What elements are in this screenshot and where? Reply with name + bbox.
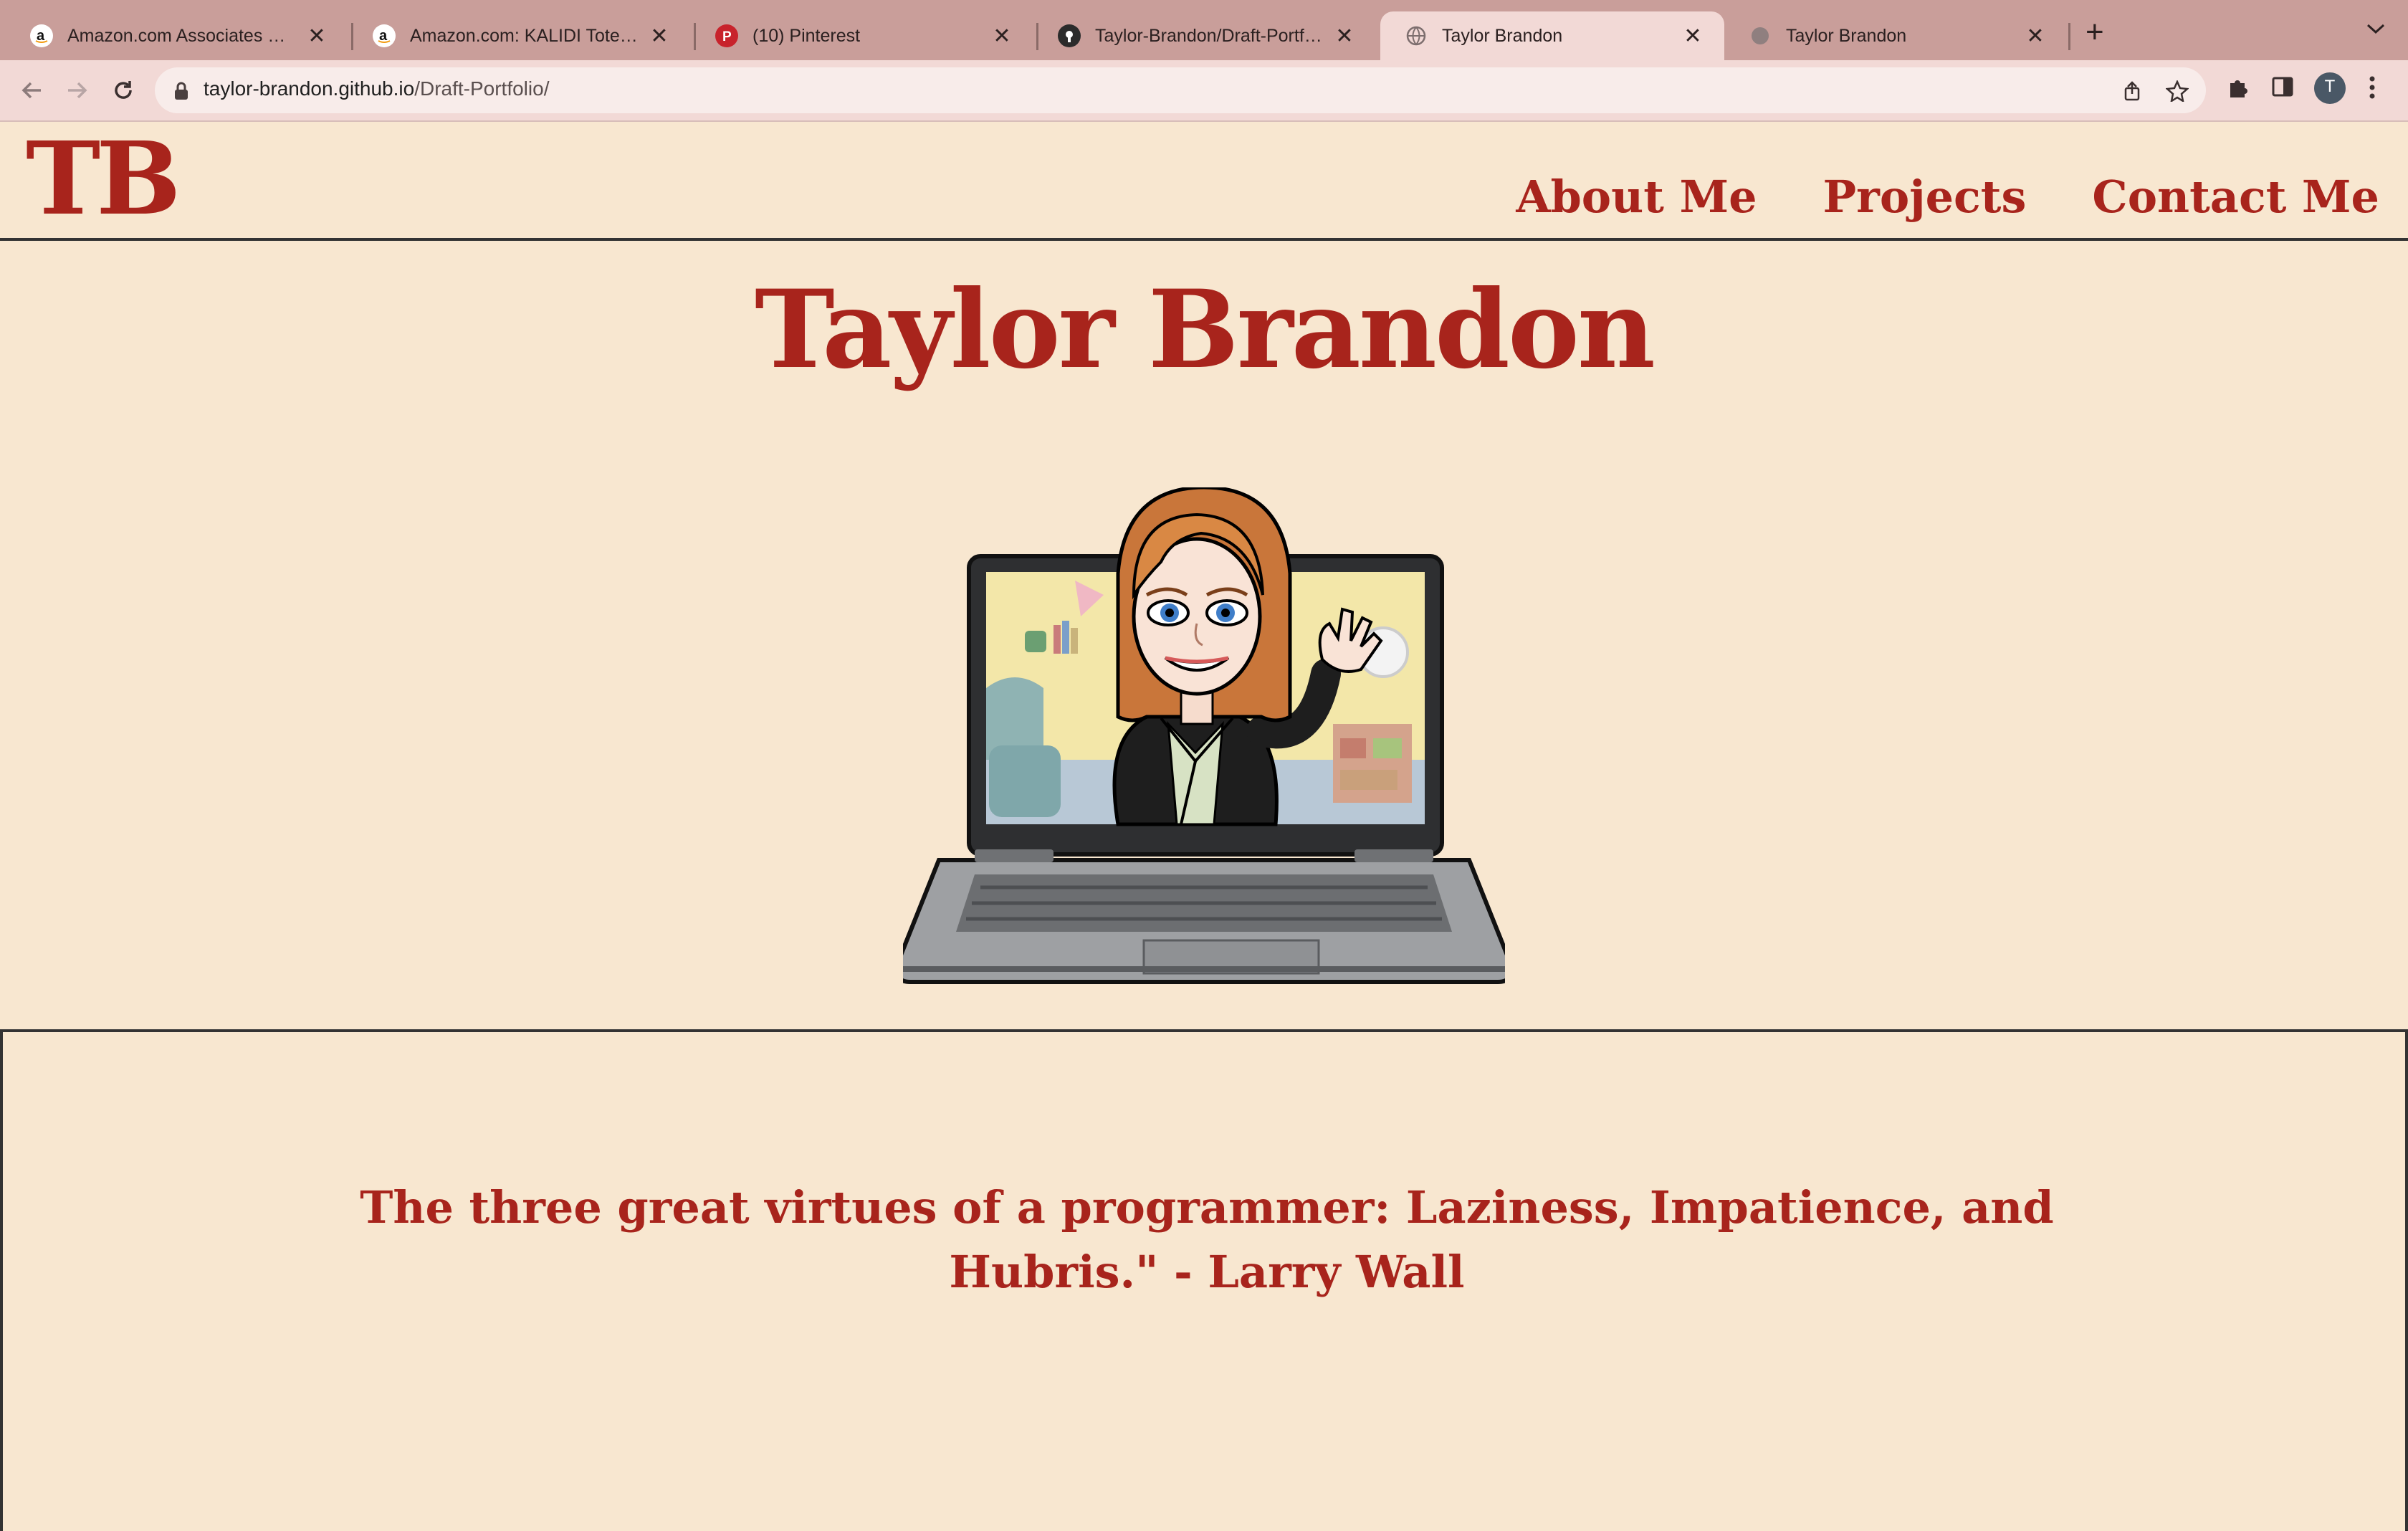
tab-github[interactable]: Taylor-Brandon/Draft-Portfolio ✕ xyxy=(1033,11,1376,60)
tab-taylor-brandon[interactable]: Taylor Brandon ✕ xyxy=(1724,11,2067,60)
globe-icon xyxy=(1405,24,1428,47)
tab-title: Amazon.com Associates Central xyxy=(67,25,295,46)
tab-strip: a Amazon.com Associates Central ✕ a Amaz… xyxy=(0,0,2408,60)
forward-arrow-icon[interactable] xyxy=(62,75,93,106)
extensions-puzzle-icon[interactable] xyxy=(2226,75,2250,102)
nav-contact-me-link[interactable]: Contact Me xyxy=(2092,171,2379,223)
close-tab-icon[interactable]: ✕ xyxy=(649,24,669,49)
tab-title: Taylor Brandon xyxy=(1786,25,1907,46)
close-tab-icon[interactable]: ✕ xyxy=(1683,24,1703,49)
bitmoji-laptop-avatar xyxy=(893,485,1515,993)
tab-title: (10) Pinterest xyxy=(752,25,861,46)
address-bar[interactable]: taylor-brandon.github.io/Draft-Portfolio… xyxy=(155,67,2206,113)
page-title: Taylor Brandon xyxy=(755,267,1656,393)
close-tab-icon[interactable]: ✕ xyxy=(2025,24,2045,49)
browser-toolbar: taylor-brandon.github.io/Draft-Portfolio… xyxy=(0,60,2408,122)
close-tab-icon[interactable]: ✕ xyxy=(307,24,327,49)
svg-text:P: P xyxy=(722,29,732,44)
tab-separator xyxy=(2068,23,2070,50)
profile-initial: T xyxy=(2324,77,2336,96)
browser-menu-icon[interactable] xyxy=(2365,75,2379,104)
nav-projects-link[interactable]: Projects xyxy=(1823,171,2027,223)
tab-pinterest[interactable]: P (10) Pinterest ✕ xyxy=(691,11,1033,60)
url-path: /Draft-Portfolio/ xyxy=(414,77,550,100)
profile-avatar[interactable]: T xyxy=(2313,72,2346,108)
side-panel-icon[interactable] xyxy=(2270,75,2295,102)
share-icon[interactable] xyxy=(2121,80,2143,105)
tab-title: Taylor Brandon xyxy=(1442,25,1563,46)
tab-amazon-associates[interactable]: a Amazon.com Associates Central ✕ xyxy=(6,11,348,60)
nav-about-me-link[interactable]: About Me xyxy=(1516,171,1757,223)
site-nav: About Me Projects Contact Me xyxy=(1516,171,2379,223)
tab-title: Taylor-Brandon/Draft-Portfolio xyxy=(1095,25,1323,46)
bookmark-star-icon[interactable] xyxy=(2165,79,2189,105)
site-logo[interactable]: TB xyxy=(26,122,181,237)
close-tab-icon[interactable]: ✕ xyxy=(1334,24,1354,49)
url-host: taylor-brandon.github.io xyxy=(204,77,415,100)
lock-icon[interactable] xyxy=(173,82,189,104)
amazon-icon: a xyxy=(30,24,53,47)
tab-taylor-brandon-active[interactable]: Taylor Brandon ✕ xyxy=(1380,11,1724,60)
tab-title: Amazon.com: KALIDI Tote Bag xyxy=(410,25,638,46)
tab-amazon-kalidi[interactable]: a Amazon.com: KALIDI Tote Bag ✕ xyxy=(348,11,691,60)
github-icon xyxy=(1058,24,1081,47)
quote-section: The three great virtues of a programmer:… xyxy=(0,1029,2408,1531)
globe-icon xyxy=(1749,24,1772,47)
close-tab-icon[interactable]: ✕ xyxy=(992,24,1012,49)
pinterest-icon: P xyxy=(715,24,738,47)
url-text: taylor-brandon.github.io/Draft-Portfolio… xyxy=(204,77,549,100)
back-arrow-icon[interactable] xyxy=(16,75,47,106)
tab-search-chevron-icon[interactable] xyxy=(2365,22,2386,39)
new-tab-button[interactable]: + xyxy=(2086,14,2104,50)
amazon-icon: a xyxy=(373,24,396,47)
reload-icon[interactable] xyxy=(108,75,139,106)
quote-text: The three great virtues of a programmer:… xyxy=(360,1181,2054,1298)
site-header: TB About Me Projects Contact Me xyxy=(0,122,2408,241)
